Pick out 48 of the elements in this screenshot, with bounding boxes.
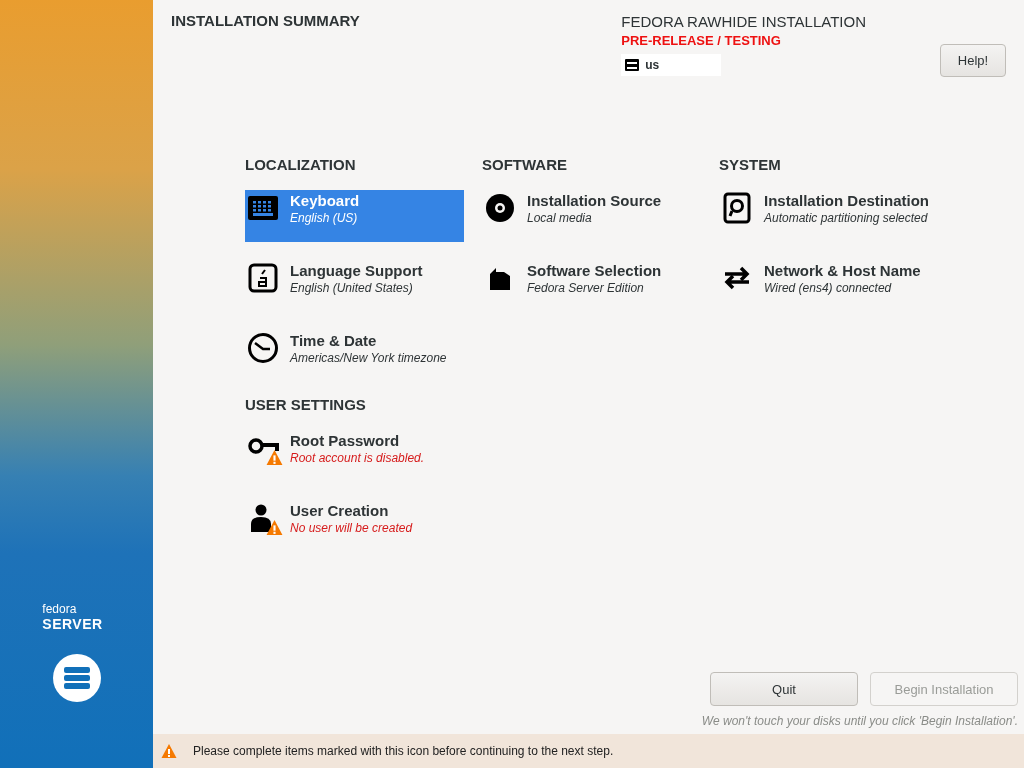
category-heading: LOCALIZATION xyxy=(245,156,357,175)
spoke-item[interactable]: Root Password Root account is disabled. xyxy=(245,430,464,482)
category-heading: SOFTWARE xyxy=(482,156,568,175)
page-title: INSTALLATION SUMMARY xyxy=(171,12,360,29)
brand-edition: SERVER xyxy=(42,616,103,632)
action-button[interactable]: Quit xyxy=(710,672,858,706)
spoke-item[interactable]: Installation Source Local media xyxy=(482,190,701,242)
warning-icon xyxy=(266,449,283,466)
spoke-status: No user will be created xyxy=(290,520,413,536)
spoke-status: English (United States) xyxy=(290,280,414,296)
keyboard-layout-indicator[interactable]: us xyxy=(621,54,722,76)
help-button[interactable]: Help! xyxy=(940,44,1006,77)
spoke-item[interactable]: Time & Date Americas/New York timezone xyxy=(245,330,464,382)
spoke-item[interactable]: Software Selection Fedora Server Edition xyxy=(482,260,701,312)
spoke-status: Fedora Server Edition xyxy=(527,280,645,296)
spoke-item[interactable]: Language Support English (United States) xyxy=(245,260,464,312)
spoke-title: Root Password xyxy=(290,432,401,450)
spoke-title: Network & Host Name xyxy=(764,262,921,280)
product-title: FEDORA RAWHIDE INSTALLATION xyxy=(621,12,866,32)
spoke-title: Software Selection xyxy=(527,262,662,280)
category-heading: SYSTEM xyxy=(719,156,782,175)
spoke-status: Automatic partitioning selected xyxy=(764,210,929,226)
spoke-item[interactable]: User Creation No user will be created xyxy=(245,500,464,552)
disk-note: We won't touch your disks until you click 'Begin Installation'. xyxy=(701,714,1018,728)
spoke-status: English (US) xyxy=(290,210,359,226)
spoke-title: Language Support xyxy=(290,262,423,280)
spoke-item[interactable]: Installation Destination Automatic partitioning selected xyxy=(719,190,938,242)
spoke-status: Americas/New York timezone xyxy=(290,350,447,366)
spoke-status: Local media xyxy=(527,210,593,226)
spoke-title: Installation Source xyxy=(527,192,662,210)
warning-icon xyxy=(266,519,283,536)
brand-name: fedora xyxy=(42,602,77,616)
spoke-status: Root account is disabled. xyxy=(290,450,425,466)
warning-message: Please complete items marked with this icon before continuing to the next step. xyxy=(193,744,614,758)
spoke-item[interactable]: Keyboard English (US) xyxy=(245,190,464,242)
server-logo-icon xyxy=(52,654,101,702)
spoke-title: Installation Destination xyxy=(764,192,929,210)
language-icon xyxy=(247,262,279,294)
spoke-item[interactable]: Network & Host Name Wired (ens4) connected xyxy=(719,260,938,312)
spoke-title: Time & Date xyxy=(290,332,378,350)
spoke-status: Wired (ens4) connected xyxy=(764,280,893,296)
disc-icon xyxy=(484,192,516,224)
spoke-title: Keyboard xyxy=(290,192,360,210)
prerelease-label: PRE-RELEASE / TESTING xyxy=(621,32,781,50)
clock-icon xyxy=(247,332,279,364)
spoke-title: User Creation xyxy=(290,502,390,520)
warning-icon xyxy=(161,743,177,759)
category-heading: USER SETTINGS xyxy=(245,396,367,415)
